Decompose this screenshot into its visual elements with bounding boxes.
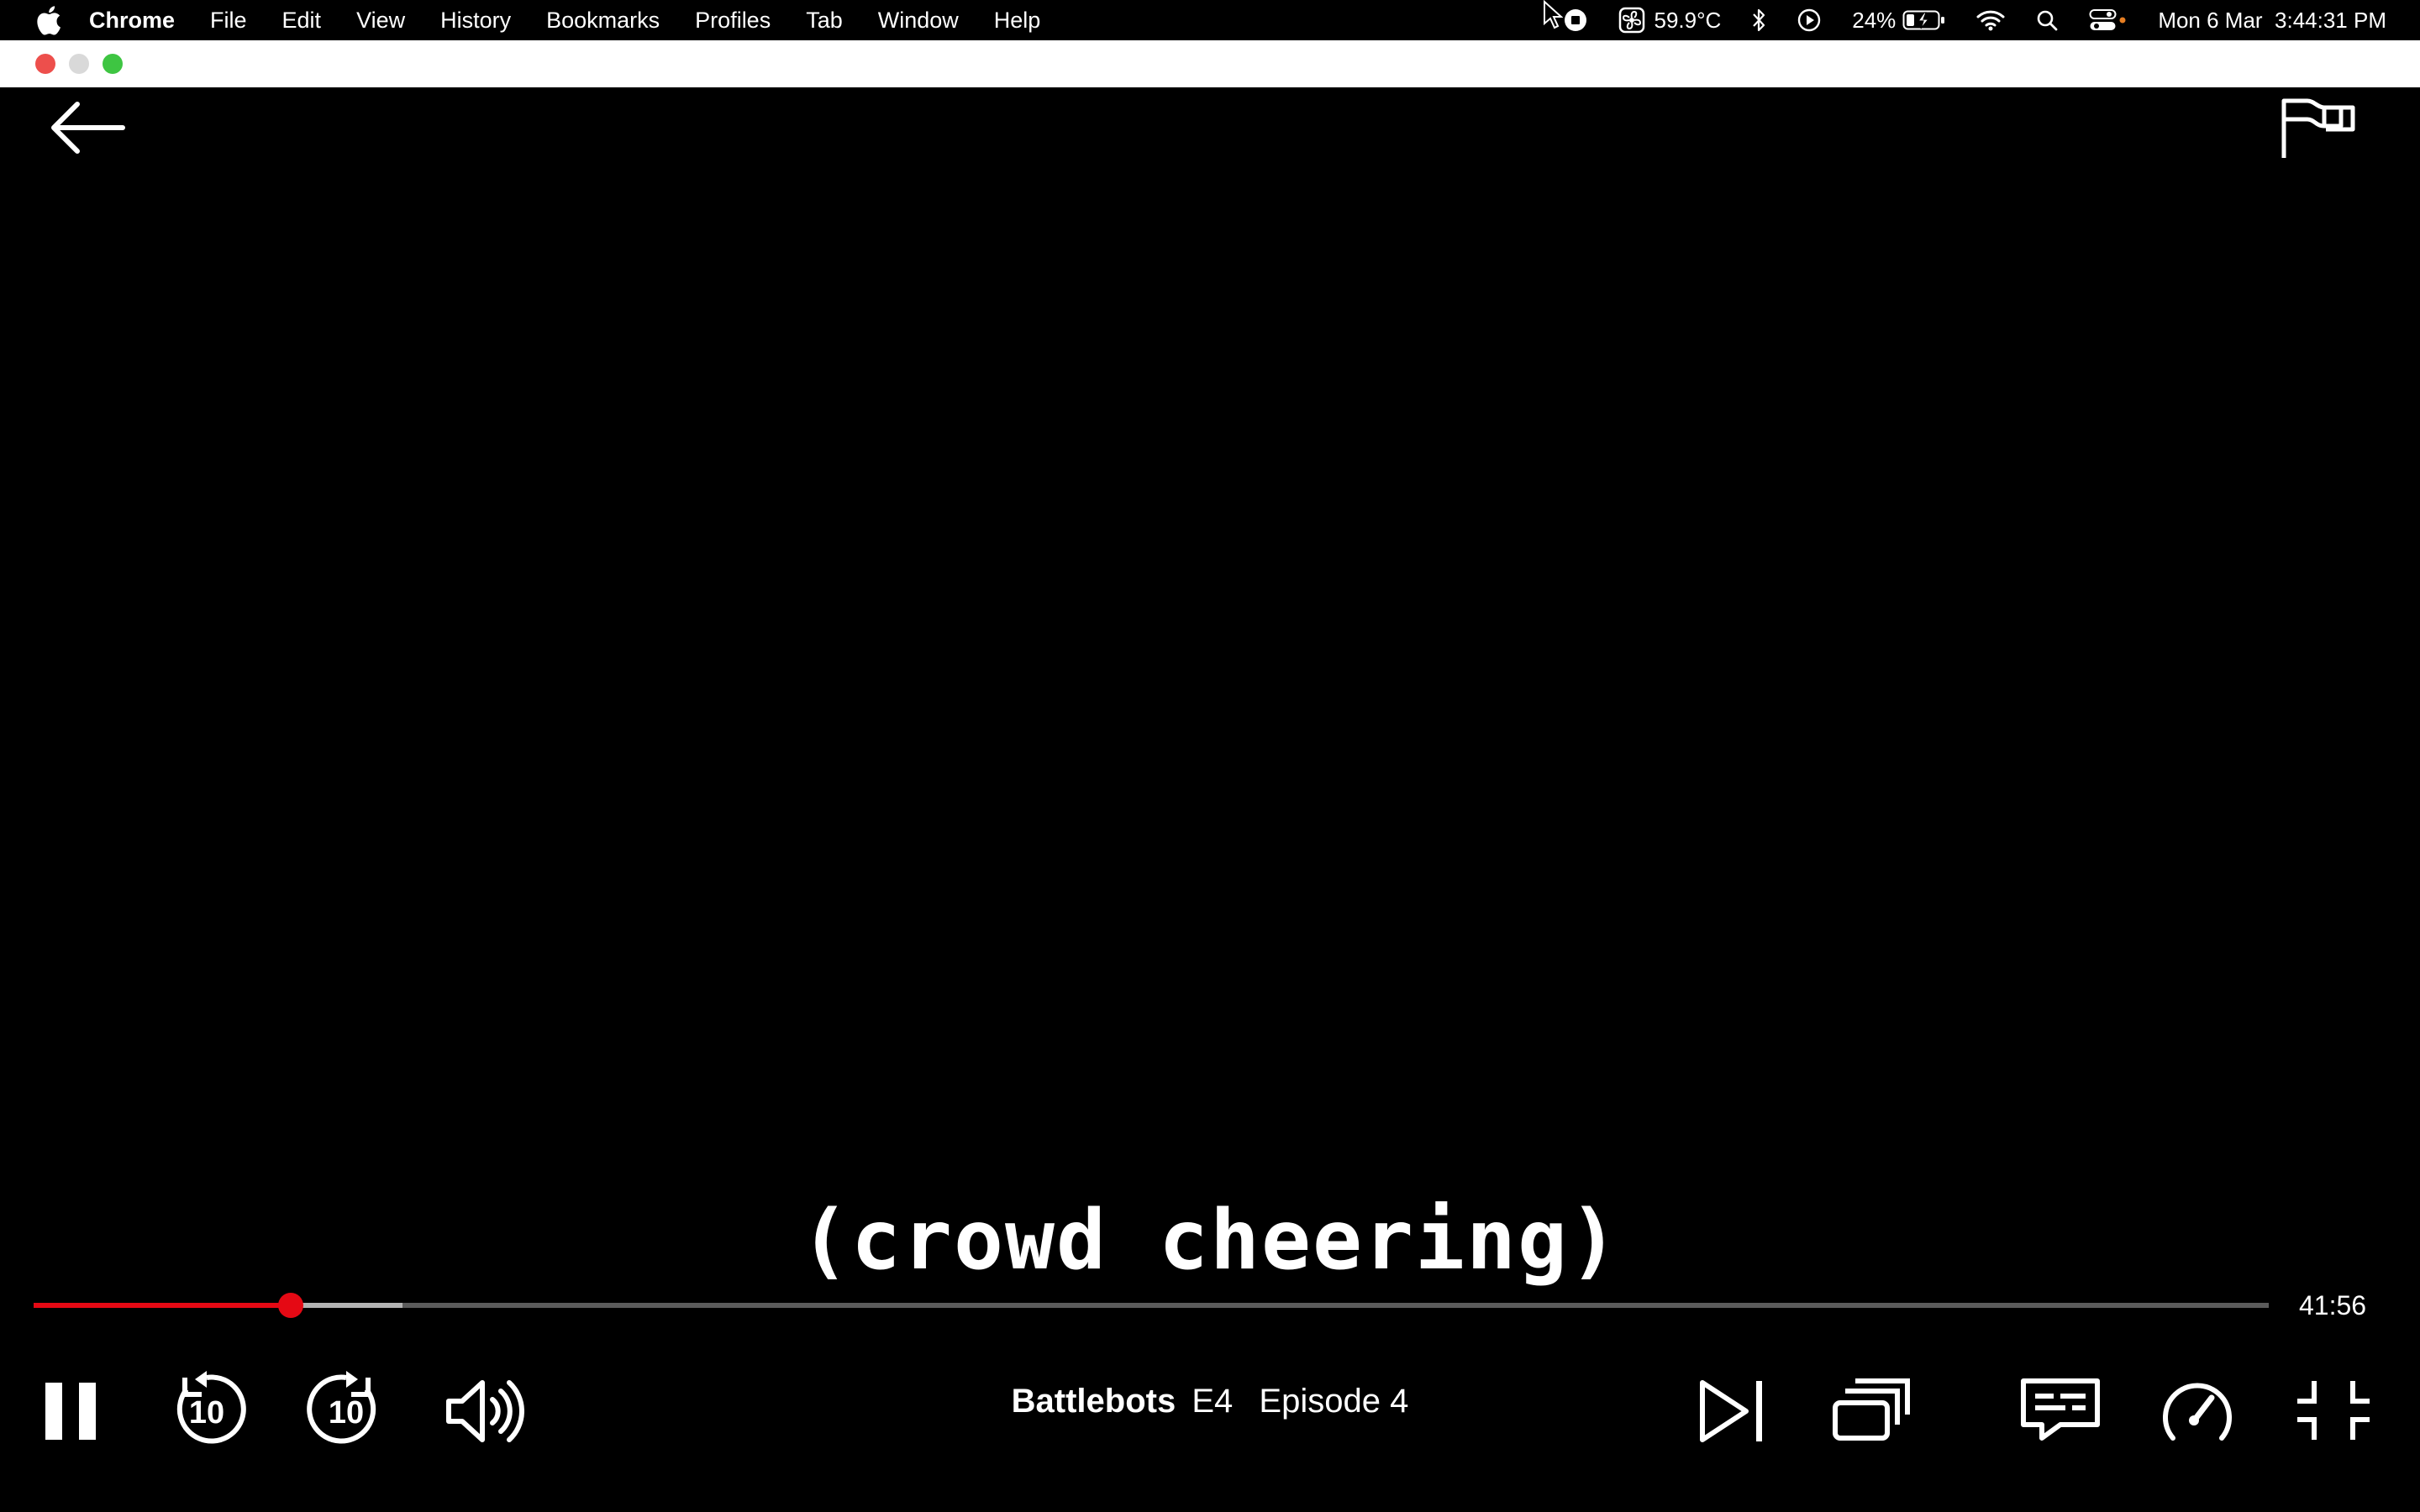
menu-edit[interactable]: Edit — [282, 8, 322, 34]
next-episode-button[interactable] — [1697, 1376, 1768, 1446]
spotlight-status[interactable] — [2035, 8, 2059, 32]
progress-bar[interactable] — [34, 1289, 2269, 1322]
progress-scrubber-handle[interactable] — [277, 1293, 303, 1318]
apple-logo-icon[interactable] — [34, 5, 62, 35]
episode-code: E4 — [1192, 1383, 1234, 1420]
play-circle-icon — [1798, 8, 1821, 32]
date-time: Mon 6 Mar 3:44:31 PM — [2158, 7, 2386, 33]
menu-file[interactable]: File — [210, 8, 247, 34]
bluetooth-status[interactable] — [1751, 8, 1766, 33]
status-area: 59.9°C 24% Mon 6 Mar 3:44:31 PM — [1533, 0, 2386, 40]
window-maximize-button[interactable] — [103, 54, 123, 74]
exit-fullscreen-icon — [2297, 1381, 2370, 1440]
menu-help[interactable]: Help — [994, 8, 1041, 34]
time-remaining: 41:56 — [2299, 1290, 2367, 1320]
menu-bookmarks[interactable]: Bookmarks — [546, 8, 660, 34]
fan-icon — [1619, 7, 1645, 34]
back-arrow-icon[interactable] — [47, 97, 128, 158]
battery-status[interactable]: 24% — [1852, 8, 1946, 34]
stop-recording-icon — [1565, 9, 1587, 31]
search-icon — [2038, 10, 2058, 31]
subtitles-audio-button[interactable] — [2020, 1378, 2101, 1441]
next-episode-icon — [1700, 1380, 1762, 1442]
bluetooth-icon — [1753, 8, 1765, 32]
menu-tab[interactable]: Tab — [806, 8, 843, 34]
temperature-value: 59.9°C — [1654, 7, 1722, 33]
wifi-icon — [1976, 10, 2005, 31]
exit-fullscreen-button[interactable] — [2294, 1378, 2373, 1443]
control-center-icon — [2089, 9, 2126, 30]
wifi-status[interactable] — [1976, 9, 2005, 31]
menu-profiles[interactable]: Profiles — [695, 8, 771, 34]
show-title: Battlebots — [1011, 1383, 1176, 1420]
menu-history[interactable]: History — [440, 8, 511, 34]
speedometer-icon — [2163, 1383, 2232, 1441]
mouse-cursor-icon — [1544, 0, 1563, 29]
clock-status[interactable]: Mon 6 Mar 3:44:31 PM — [2158, 8, 2386, 34]
episode-name: Episode 4 — [1259, 1383, 1409, 1420]
window-minimize-button[interactable] — [69, 54, 89, 74]
episodes-stack-icon — [1833, 1378, 1910, 1441]
menu-window[interactable]: Window — [878, 8, 959, 34]
window-close-button[interactable] — [35, 54, 55, 74]
subtitle-text: (crowd cheering) — [799, 1193, 1620, 1289]
control-center-status[interactable] — [2089, 8, 2128, 32]
battery-percent: 24% — [1852, 7, 1897, 33]
report-flag-icon[interactable] — [2279, 96, 2361, 160]
window-title-bar — [0, 40, 2420, 87]
battery-charging-icon — [1902, 10, 1945, 30]
screen-recording-status[interactable] — [1563, 8, 1588, 33]
playback-speed-button[interactable] — [2161, 1378, 2233, 1445]
temperature-status[interactable]: 59.9°C — [1618, 7, 1721, 34]
now-playing-status[interactable] — [1797, 8, 1822, 33]
menu-view[interactable]: View — [356, 8, 405, 34]
menu-app-chrome[interactable]: Chrome — [89, 8, 175, 34]
episodes-button[interactable] — [1832, 1376, 1912, 1443]
progress-played — [34, 1303, 291, 1308]
menu-bar: Chrome File Edit View History Bookmarks … — [0, 0, 2420, 40]
subtitles-icon — [2021, 1378, 2100, 1441]
